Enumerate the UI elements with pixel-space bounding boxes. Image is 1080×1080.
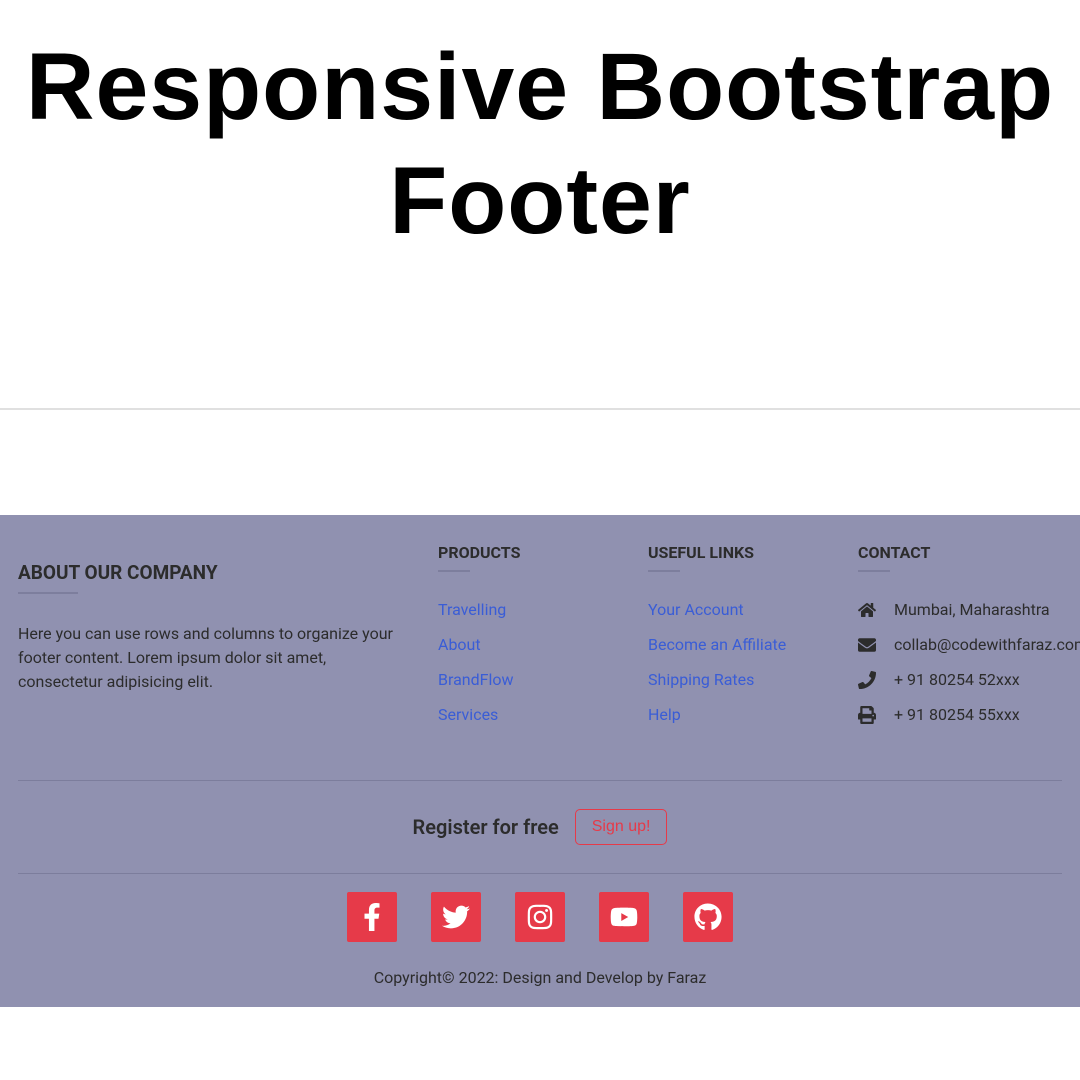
about-heading: ABOUT OUR COMPANY	[18, 561, 398, 584]
useful-column: USEFUL LINKS Your Account Become an Affi…	[648, 543, 818, 740]
useful-link-help[interactable]: Help	[648, 705, 681, 724]
about-column: ABOUT OUR COMPANY Here you can use rows …	[18, 543, 398, 740]
list-item: BrandFlow	[438, 670, 608, 689]
contact-column: CONTACT Mumbai, Maharashtra collab@codew…	[858, 543, 1080, 740]
github-button[interactable]	[683, 892, 733, 942]
list-item: Your Account	[648, 600, 818, 619]
contact-item-phone: + 91 80254 52xxx	[858, 670, 1080, 689]
cta-text: Register for free	[413, 815, 559, 839]
contact-list: Mumbai, Maharashtra collab@codewithfaraz…	[858, 600, 1080, 724]
facebook-icon	[358, 903, 386, 931]
spacer	[0, 410, 1080, 515]
printer-icon	[858, 706, 876, 724]
underline	[438, 570, 470, 572]
products-heading: PRODUCTS	[438, 543, 608, 562]
list-item: Shipping Rates	[648, 670, 818, 689]
contact-item-fax: + 91 80254 55xxx	[858, 705, 1080, 724]
phone-icon	[858, 671, 876, 689]
header: Responsive Bootstrap Footer	[0, 0, 1080, 408]
twitter-button[interactable]	[431, 892, 481, 942]
twitter-icon	[442, 903, 470, 931]
youtube-icon	[610, 903, 638, 931]
contact-item-email: collab@codewithfaraz.com	[858, 635, 1080, 654]
underline	[18, 592, 78, 594]
facebook-button[interactable]	[347, 892, 397, 942]
useful-heading: USEFUL LINKS	[648, 543, 818, 562]
contact-phone: + 91 80254 52xxx	[894, 670, 1020, 689]
signup-button[interactable]: Sign up!	[575, 809, 668, 845]
useful-link-affiliate[interactable]: Become an Affiliate	[648, 635, 786, 654]
products-column: PRODUCTS Travelling About BrandFlow Serv…	[438, 543, 608, 740]
github-icon	[694, 903, 722, 931]
contact-heading: CONTACT	[858, 543, 1080, 562]
page-title: Responsive Bootstrap Footer	[20, 30, 1060, 258]
product-link-brandflow[interactable]: BrandFlow	[438, 670, 514, 689]
list-item: Services	[438, 705, 608, 724]
list-item: Travelling	[438, 600, 608, 619]
useful-link-shipping[interactable]: Shipping Rates	[648, 670, 754, 689]
contact-fax: + 91 80254 55xxx	[894, 705, 1020, 724]
instagram-button[interactable]	[515, 892, 565, 942]
envelope-icon	[858, 636, 876, 654]
footer-columns: ABOUT OUR COMPANY Here you can use rows …	[18, 543, 1062, 740]
home-icon	[858, 601, 876, 619]
product-link-about[interactable]: About	[438, 635, 481, 654]
youtube-button[interactable]	[599, 892, 649, 942]
products-list: Travelling About BrandFlow Services	[438, 600, 608, 724]
product-link-travelling[interactable]: Travelling	[438, 600, 506, 619]
useful-link-account[interactable]: Your Account	[648, 600, 744, 619]
list-item: About	[438, 635, 608, 654]
social-row	[18, 874, 1062, 968]
copyright: Copyright© 2022: Design and Develop by F…	[18, 968, 1062, 987]
instagram-icon	[526, 903, 554, 931]
underline	[648, 570, 680, 572]
footer: ABOUT OUR COMPANY Here you can use rows …	[0, 515, 1080, 1007]
contact-item-address: Mumbai, Maharashtra	[858, 600, 1080, 619]
useful-list: Your Account Become an Affiliate Shippin…	[648, 600, 818, 724]
cta-bar: Register for free Sign up!	[18, 780, 1062, 874]
about-text: Here you can use rows and columns to org…	[18, 622, 398, 694]
list-item: Help	[648, 705, 818, 724]
product-link-services[interactable]: Services	[438, 705, 498, 724]
contact-address: Mumbai, Maharashtra	[894, 600, 1050, 619]
underline	[858, 570, 890, 572]
contact-email: collab@codewithfaraz.com	[894, 635, 1080, 654]
list-item: Become an Affiliate	[648, 635, 818, 654]
